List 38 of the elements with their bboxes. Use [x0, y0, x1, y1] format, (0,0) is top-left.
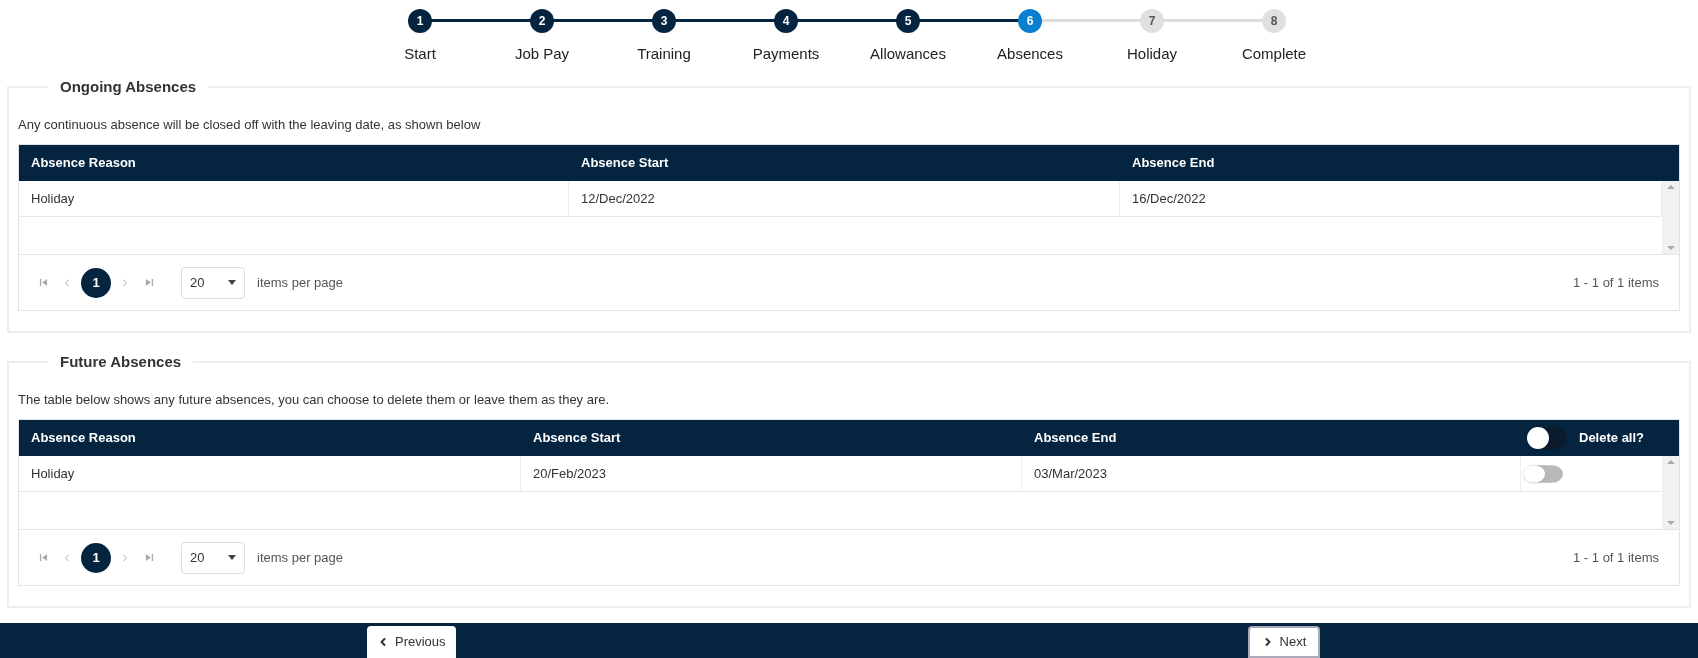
section-legend: Future Absences	[48, 351, 194, 374]
section-description: The table below shows any future absences, you can choose to delete them or leave them as they are.	[18, 390, 611, 409]
caret-icon	[228, 555, 236, 560]
section-legend: Ongoing Absences	[48, 76, 209, 99]
page-size-dropdown[interactable]: 20	[181, 266, 245, 299]
column-header: Absence End	[1033, 429, 1118, 448]
page-size-label: items per page	[257, 548, 343, 567]
table-cell: 12/Dec/2022	[569, 181, 1120, 216]
table-cell: 20/Feb/2023	[521, 456, 1022, 491]
next-button[interactable]: Next	[1247, 626, 1321, 658]
toggle-switch[interactable]	[1527, 427, 1567, 449]
table-cell: Holiday	[19, 456, 521, 491]
page-button[interactable]: 1	[81, 267, 111, 298]
pager-summary: 1 - 1 of 1 items	[1573, 273, 1659, 292]
table-cell: 03/Mar/2023	[1022, 456, 1521, 491]
column-header: Absence Start	[532, 429, 622, 448]
step-label: Training	[637, 44, 691, 64]
column-header: Absence Reason	[30, 429, 137, 448]
column-header: Absence Reason	[30, 154, 137, 173]
step-label: Start	[404, 44, 436, 64]
page-size-label: items per page	[257, 273, 343, 292]
step-label: Payments	[752, 44, 820, 64]
toggle-switch[interactable]	[1523, 464, 1563, 483]
step-label: Allowances	[870, 44, 946, 64]
column-header: Absence End	[1131, 154, 1216, 173]
page-button[interactable]: 1	[81, 542, 111, 573]
step-label: Holiday	[1127, 44, 1177, 64]
pager-summary: 1 - 1 of 1 items	[1573, 548, 1659, 567]
step-label: Absences	[997, 44, 1063, 64]
step-label: Job Pay	[514, 44, 570, 64]
table-cell: Holiday	[19, 181, 569, 216]
previous-button[interactable]: Previous	[367, 626, 456, 658]
section-description: Any continuous absence will be closed off with the leaving date, as shown below	[18, 115, 482, 134]
caret-icon	[228, 280, 236, 285]
page-size-dropdown[interactable]: 20	[181, 541, 245, 574]
column-header: Delete all?	[1579, 429, 1645, 448]
column-header: Absence Start	[580, 154, 670, 173]
step-label: Complete	[1241, 44, 1307, 64]
